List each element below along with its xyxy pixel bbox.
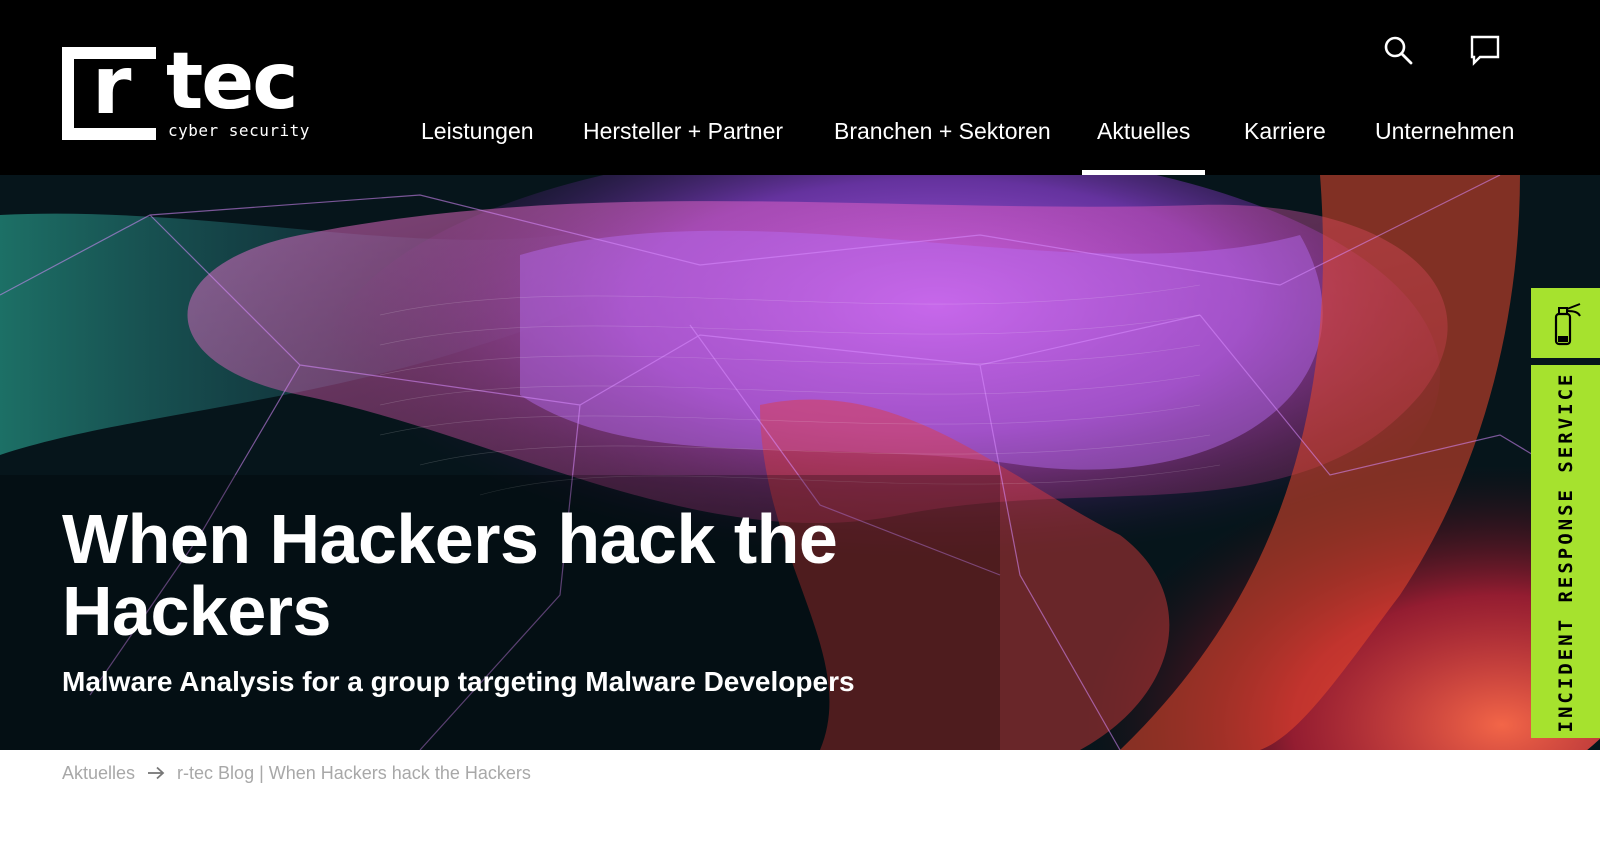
- nav-item-hersteller-partner[interactable]: Hersteller + Partner: [583, 115, 783, 175]
- search-button[interactable]: [1380, 32, 1416, 68]
- main-nav: Leistungen Hersteller + Partner Branchen…: [0, 115, 1600, 175]
- breadcrumb-separator: [147, 766, 165, 780]
- arrow-right-icon: [148, 766, 165, 780]
- contact-button[interactable]: [1467, 32, 1503, 68]
- incident-response-service-tab[interactable]: INCIDENT RESPONSE SERVICE: [1531, 365, 1600, 738]
- logo-word: tec: [166, 37, 298, 127]
- breadcrumb-current: r-tec Blog | When Hackers hack the Hacke…: [177, 762, 531, 783]
- hero-background-image: [0, 175, 1600, 750]
- breadcrumb-parent-link[interactable]: Aktuelles: [62, 763, 135, 784]
- nav-item-unternehmen[interactable]: Unternehmen: [1375, 115, 1514, 175]
- search-icon: [1384, 36, 1413, 65]
- hero-banner: When Hackers hack the Hackers Malware An…: [0, 175, 1600, 750]
- nav-item-leistungen[interactable]: Leistungen: [421, 115, 534, 175]
- fire-extinguisher-icon: [1554, 303, 1581, 346]
- nav-item-aktuelles[interactable]: Aktuelles: [1081, 115, 1206, 175]
- incident-response-icon-tab[interactable]: [1531, 288, 1600, 358]
- nav-item-branchen-sektoren[interactable]: Branchen + Sektoren: [834, 115, 1051, 175]
- breadcrumb: Aktuelles r-tec Blog | When Hackers hack…: [62, 760, 531, 786]
- logo-corner-top: [140, 47, 156, 59]
- hero-subtitle: Malware Analysis for a group targeting M…: [62, 666, 855, 697]
- nav-item-karriere[interactable]: Karriere: [1244, 115, 1326, 175]
- site-header: r tec cyber security Leistungen Herstell…: [0, 0, 1600, 175]
- hero-title: When Hackers hack the Hackers: [62, 500, 838, 650]
- incident-response-label: INCIDENT RESPONSE SERVICE: [1554, 371, 1577, 732]
- chat-icon: [1470, 35, 1500, 66]
